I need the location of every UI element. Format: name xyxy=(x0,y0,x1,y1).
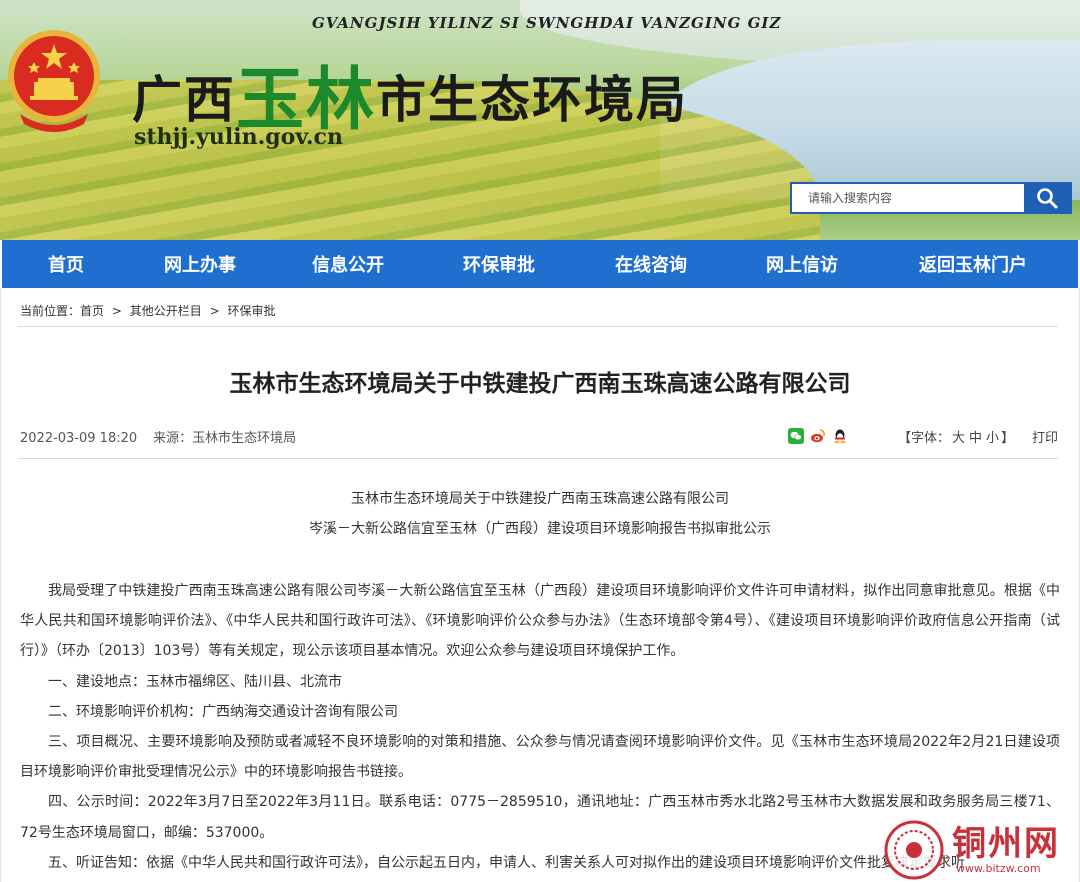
search-box xyxy=(790,182,1072,214)
article-paragraph: 一、建设地点：玉林市福绵区、陆川县、北流市 xyxy=(48,673,342,690)
watermark-text: 铜州网 xyxy=(952,824,1060,864)
site-domain: sthjj.yulin.gov.cn xyxy=(134,124,343,150)
watermark-url: www.bitzw.com xyxy=(956,862,1041,875)
breadcrumb-sep: > xyxy=(209,304,220,318)
breadcrumb-eia-approval[interactable]: 环保审批 xyxy=(227,304,275,318)
nav-item-home[interactable]: 首页 xyxy=(2,251,130,277)
national-emblem-icon xyxy=(8,30,100,132)
font-size-large[interactable]: 大 xyxy=(952,431,965,446)
article-subtitle: 玉林市生态环境局关于中铁建投广西南玉珠高速公路有限公司 xyxy=(351,491,729,507)
article-date: 2022-03-09 18:20 xyxy=(20,431,138,446)
nav-item-eia-approval[interactable]: 环保审批 xyxy=(426,251,572,277)
breadcrumb-sep: > xyxy=(111,304,122,318)
main-nav: 首页 网上办事 信息公开 环保审批 在线咨询 网上信访 返回玉林门户 xyxy=(2,240,1078,288)
font-size-medium[interactable]: 中 xyxy=(969,431,982,446)
article-title: 玉林市生态环境局关于中铁建投广西南玉珠高速公路有限公司 xyxy=(229,371,851,397)
article-meta: 2022-03-09 18:20 来源：玉林市生态环境局 xyxy=(20,427,296,446)
breadcrumb: 当前位置：首页 > 其他公开栏目 > 环保审批 xyxy=(20,302,280,319)
article-subtitle: 岑溪－大新公路信宜至玉林（广西段）建设项目环境影响报告书拟审批公示 xyxy=(309,521,771,537)
site-title-suffix: 市生态环境局 xyxy=(376,71,689,129)
search-input[interactable] xyxy=(792,184,1040,212)
weibo-icon[interactable] xyxy=(810,428,826,444)
nav-item-info-disclosure[interactable]: 信息公开 xyxy=(270,251,426,277)
font-size-control: 【字体：大中小】 xyxy=(898,427,1014,446)
divider xyxy=(18,458,1058,459)
breadcrumb-prefix: 当前位置： xyxy=(20,304,81,318)
breadcrumb-home[interactable]: 首页 xyxy=(80,304,104,318)
font-size-small[interactable]: 小 xyxy=(986,431,999,446)
wechat-icon[interactable] xyxy=(788,428,804,444)
search-icon xyxy=(1037,188,1058,209)
font-size-label: 【字体： xyxy=(898,431,951,446)
nav-item-yulin-portal[interactable]: 返回玉林门户 xyxy=(874,251,1072,277)
article-paragraph: 三、项目概况、主要环境影响及预防或者减轻不良环境影响的对策和措施、公众参与情况请… xyxy=(20,734,1060,781)
nav-item-online-services[interactable]: 网上办事 xyxy=(130,251,270,277)
search-button[interactable] xyxy=(1024,184,1070,212)
share-bar xyxy=(788,428,848,444)
article-paragraph: 我局受理了中铁建投广西南玉珠高速公路有限公司岑溪－大新公路信宜至玉林（广西段）建… xyxy=(20,583,1060,660)
breadcrumb-other-columns[interactable]: 其他公开栏目 xyxy=(130,304,202,318)
nav-item-petition[interactable]: 网上信访 xyxy=(730,251,874,277)
nav-item-online-consult[interactable]: 在线咨询 xyxy=(572,251,730,277)
qq-icon[interactable] xyxy=(832,428,848,444)
pinyin-title: GVANGJSIH YILINZ SI SWNGHDAI VANZGING GI… xyxy=(312,14,782,32)
font-size-close: 】 xyxy=(1001,431,1015,446)
site-title: 广西玉林市生态环境局 xyxy=(132,38,689,140)
article-paragraph: 二、环境影响评价机构：广西纳海交通设计咨询有限公司 xyxy=(48,703,398,720)
site-banner: GVANGJSIH YILINZ SI SWNGHDAI VANZGING GI… xyxy=(0,0,1080,240)
print-link[interactable]: 打印 xyxy=(1032,427,1058,446)
site-title-prefix: 广西 xyxy=(132,71,236,129)
article-source: 来源：玉林市生态环境局 xyxy=(153,431,297,446)
divider xyxy=(18,326,1058,327)
